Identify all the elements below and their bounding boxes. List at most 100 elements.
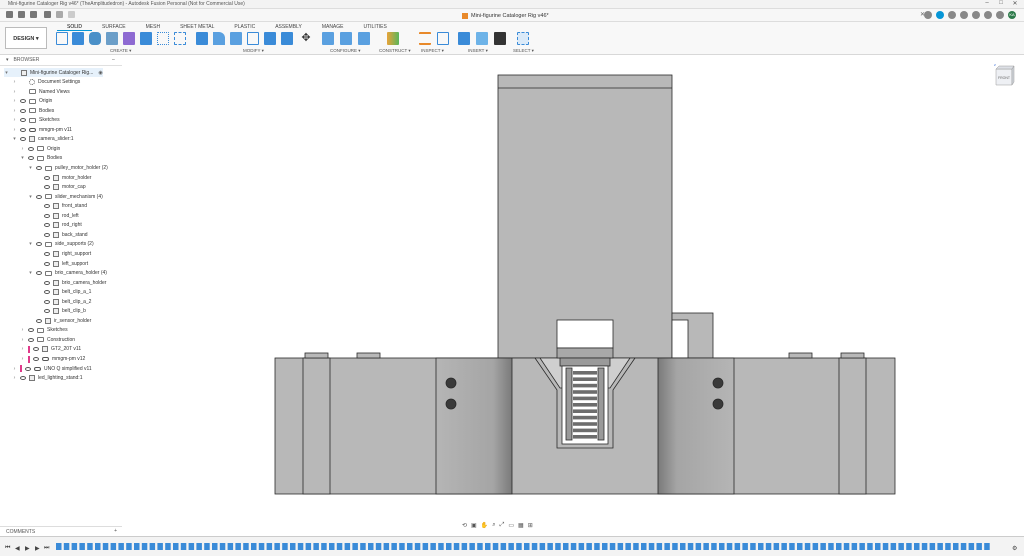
timeline-feature[interactable] xyxy=(578,543,585,550)
expand-chevron-icon[interactable]: › xyxy=(20,337,25,343)
modify-menu[interactable]: MODIFY ▾ xyxy=(243,48,264,54)
timeline-feature[interactable] xyxy=(968,543,975,550)
timeline-feature[interactable] xyxy=(188,543,195,550)
expand-chevron-icon[interactable]: ▾ xyxy=(28,194,33,200)
pattern-icon[interactable] xyxy=(157,32,169,45)
timeline-feature[interactable] xyxy=(110,543,117,550)
notifications-icon[interactable] xyxy=(984,11,992,19)
timeline-feature[interactable] xyxy=(352,543,358,550)
tree-row[interactable]: › Construction xyxy=(20,335,75,344)
timeline-feature[interactable] xyxy=(399,543,405,550)
visibility-eye-icon[interactable] xyxy=(36,194,42,199)
timeline-feature[interactable] xyxy=(711,543,717,550)
timeline-feature[interactable] xyxy=(243,543,249,550)
timeline-feature[interactable] xyxy=(758,543,764,550)
expand-chevron-icon[interactable]: › xyxy=(12,375,17,381)
timeline-feature[interactable] xyxy=(500,543,507,550)
mirror-icon[interactable] xyxy=(174,32,186,45)
timeline-feature[interactable] xyxy=(282,543,288,550)
tree-row[interactable]: ▾ Bodies xyxy=(20,154,62,163)
timeline-feature[interactable] xyxy=(812,543,819,550)
select-menu[interactable]: SELECT ▾ xyxy=(513,48,534,54)
timeline-feature[interactable] xyxy=(820,543,826,550)
visibility-eye-icon[interactable] xyxy=(44,213,50,218)
timeline-feature[interactable] xyxy=(196,543,202,550)
timeline-feature[interactable] xyxy=(180,543,187,550)
visibility-eye-icon[interactable] xyxy=(44,299,50,304)
fillet-icon[interactable] xyxy=(213,32,225,45)
timeline-feature[interactable] xyxy=(336,543,343,550)
document-tab[interactable]: Mini-figurine Cataloger Rig v46* xyxy=(462,11,549,21)
tree-row[interactable]: › Bodies xyxy=(12,106,55,115)
job-status-icon[interactable] xyxy=(948,11,956,19)
timeline-feature[interactable] xyxy=(219,543,226,550)
visibility-eye-icon[interactable] xyxy=(33,357,39,361)
extensions-icon[interactable] xyxy=(936,11,944,19)
tab-plastic[interactable]: PLASTIC xyxy=(224,23,265,31)
tree-row[interactable]: back_stand xyxy=(36,230,88,239)
timeline-feature[interactable] xyxy=(87,543,93,550)
motor-holder-right[interactable] xyxy=(657,357,735,495)
home-icon[interactable] xyxy=(6,11,13,18)
visibility-eye-icon[interactable] xyxy=(20,137,26,142)
timeline-feature[interactable] xyxy=(173,543,179,550)
create-form-icon[interactable] xyxy=(123,32,135,45)
tab-assembly[interactable]: ASSEMBLY xyxy=(265,23,312,31)
timeline-next-button[interactable]: ▶ xyxy=(35,545,40,552)
revolve-icon[interactable] xyxy=(89,32,101,45)
timeline-feature[interactable] xyxy=(508,543,514,550)
timeline-feature[interactable] xyxy=(648,543,655,550)
timeline-feature[interactable] xyxy=(274,543,280,550)
insert-canvas-icon[interactable] xyxy=(476,32,488,45)
insert-mcmaster-icon[interactable] xyxy=(494,32,506,45)
timeline-feature[interactable] xyxy=(492,543,499,550)
combine-icon[interactable] xyxy=(281,32,293,45)
left-support-body[interactable] xyxy=(302,357,331,495)
timeline-feature[interactable] xyxy=(102,543,109,550)
timeline-feature[interactable] xyxy=(672,543,678,550)
timeline-feature[interactable] xyxy=(609,543,616,550)
timeline-feature[interactable] xyxy=(95,543,101,550)
tree-row[interactable]: › Named Views xyxy=(12,87,70,96)
timeline-feature[interactable] xyxy=(859,543,865,550)
expand-chevron-icon[interactable]: ▾ xyxy=(12,136,17,142)
tab-surface[interactable]: SURFACE xyxy=(92,23,136,31)
grid-icon[interactable] xyxy=(18,11,25,18)
visibility-eye-icon[interactable] xyxy=(44,290,50,295)
visibility-eye-icon[interactable] xyxy=(28,337,34,342)
timeline-feature[interactable] xyxy=(524,543,530,550)
timeline-last-button[interactable]: ⏭ xyxy=(44,545,49,552)
tab-sheet-metal[interactable]: SHEET METAL xyxy=(170,23,224,31)
visibility-eye-icon[interactable] xyxy=(28,156,34,161)
timeline-feature[interactable] xyxy=(570,543,577,550)
fit-icon[interactable]: ⤢ xyxy=(500,522,505,529)
tree-row[interactable]: belt_clip_a_2 xyxy=(36,297,91,306)
user-avatar[interactable]: KA xyxy=(1008,11,1016,19)
pan-icon[interactable]: ✋ xyxy=(481,522,488,529)
tree-row[interactable]: ▾ side_supports (2) xyxy=(28,240,93,249)
timeline-feature[interactable] xyxy=(71,543,78,550)
timeline-feature[interactable] xyxy=(383,543,390,550)
look-at-icon[interactable]: ▣ xyxy=(471,522,477,529)
timeline-feature[interactable] xyxy=(469,543,475,550)
expand-chevron-icon[interactable]: › xyxy=(20,356,25,362)
tree-row[interactable]: › Origin xyxy=(20,144,61,153)
expand-chevron-icon[interactable]: › xyxy=(12,117,17,123)
save-icon[interactable] xyxy=(44,11,51,18)
timeline-feature[interactable] xyxy=(375,543,382,550)
timeline-feature[interactable] xyxy=(446,543,452,550)
visibility-eye-icon[interactable] xyxy=(28,328,34,333)
timeline-prev-button[interactable]: ◀ xyxy=(15,545,20,552)
tree-row[interactable]: belt_clip_a_1 xyxy=(36,288,91,297)
viewports-icon[interactable]: ⊞ xyxy=(528,522,533,529)
tab-solid[interactable]: SOLID xyxy=(57,23,93,31)
timeline-feature[interactable] xyxy=(906,543,912,550)
expand-chevron-icon[interactable]: › xyxy=(12,108,17,114)
browser-minimize-icon[interactable]: – xyxy=(112,57,115,63)
extrude-icon[interactable] xyxy=(72,32,84,45)
tree-row[interactable]: › Sketches xyxy=(20,326,68,335)
expand-chevron-icon[interactable]: › xyxy=(20,146,25,152)
model-view[interactable] xyxy=(122,55,1024,525)
timeline-feature[interactable] xyxy=(914,543,920,550)
timeline-feature[interactable] xyxy=(960,543,967,550)
